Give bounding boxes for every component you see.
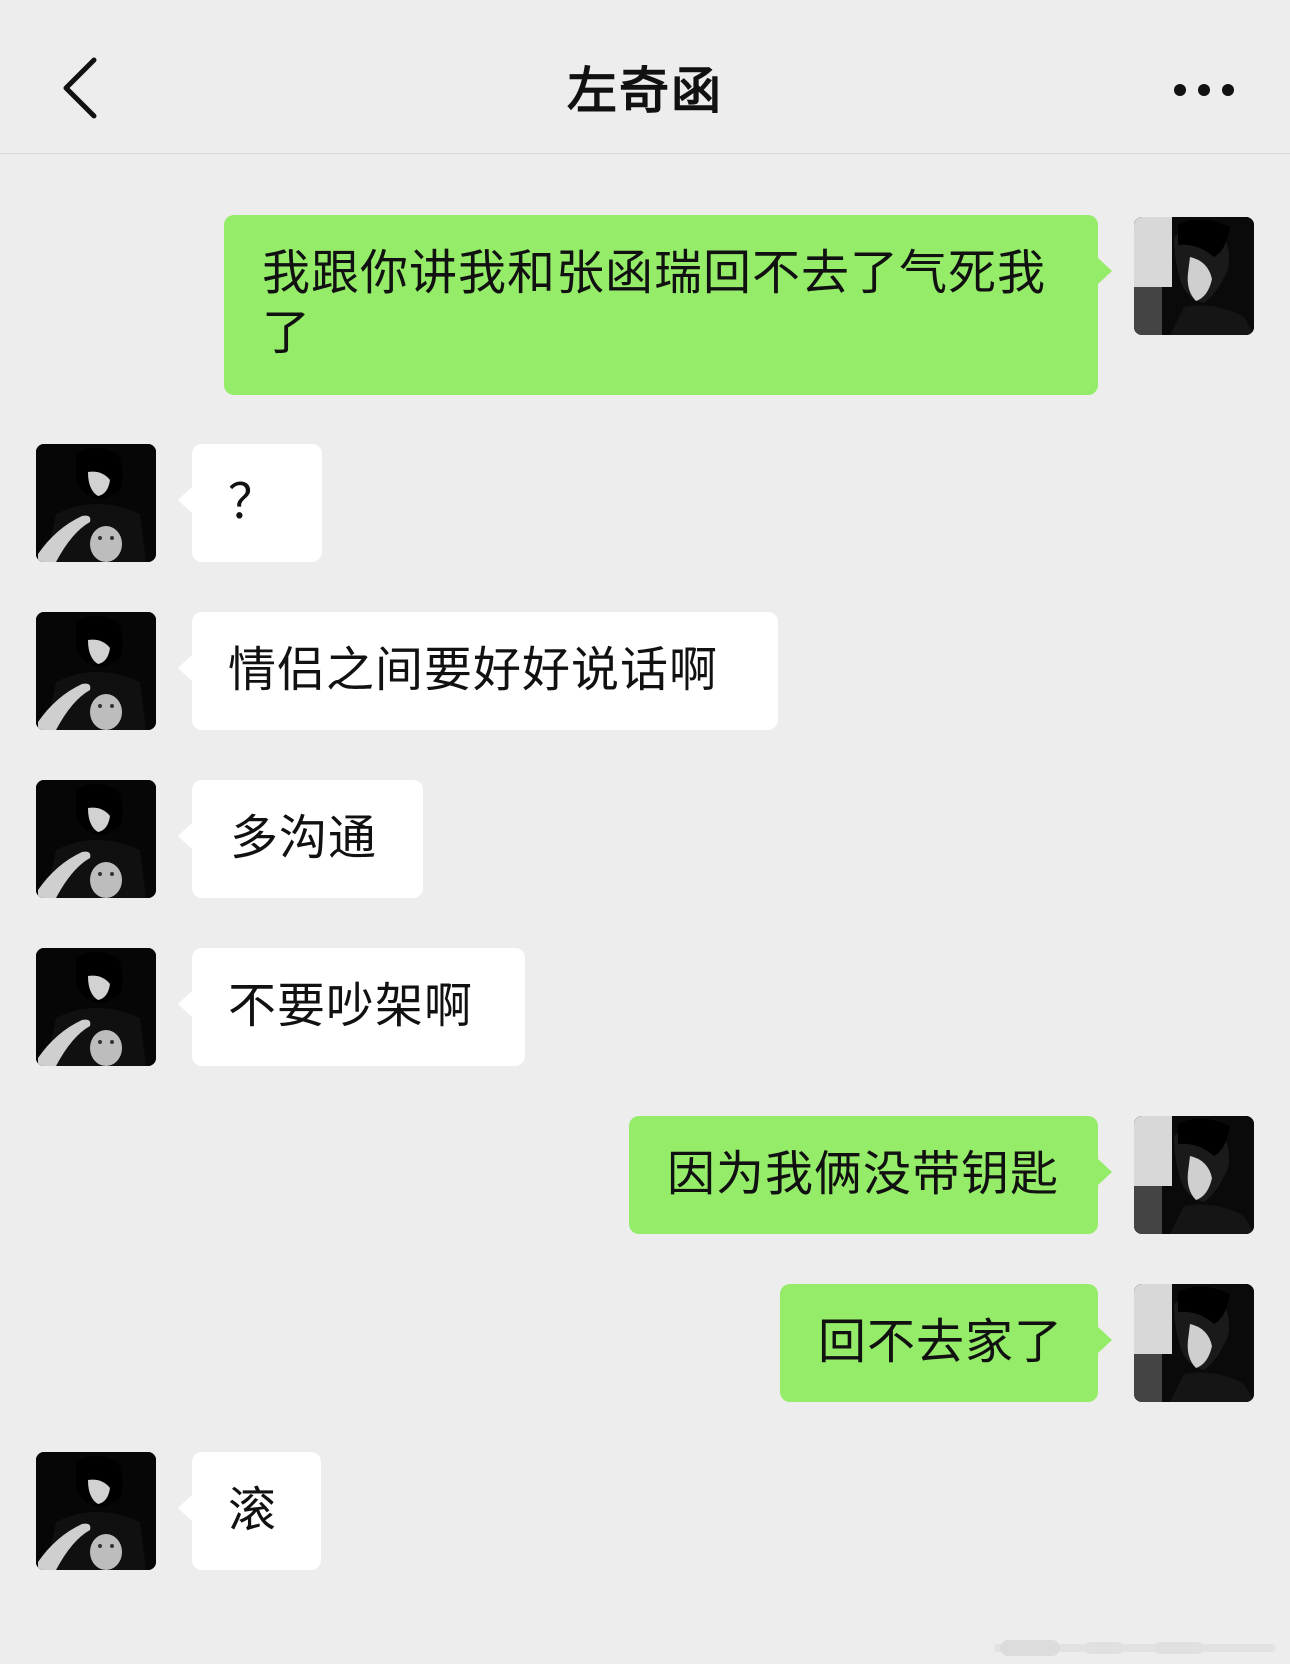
- message-bubble[interactable]: 不要吵架啊: [178, 948, 525, 1066]
- message-text: 滚: [228, 1482, 278, 1538]
- chat-header: 左奇函: [0, 0, 1290, 154]
- message-text: 回不去家了: [818, 1314, 1064, 1370]
- ellipsis-icon: [1174, 84, 1234, 96]
- avatar[interactable]: [1134, 1284, 1254, 1402]
- message-text: 因为我俩没带钥匙: [667, 1146, 1060, 1202]
- avatar[interactable]: [1134, 1116, 1254, 1234]
- more-button[interactable]: [1170, 72, 1240, 108]
- avatar[interactable]: [36, 444, 156, 562]
- message-bubble[interactable]: 回不去家了: [780, 1284, 1112, 1402]
- message-bubble[interactable]: 多沟通: [178, 780, 423, 898]
- message-text: 不要吵架啊: [228, 978, 474, 1034]
- message-text: ？: [228, 474, 278, 530]
- avatar[interactable]: [36, 612, 156, 730]
- avatar[interactable]: [36, 1452, 156, 1570]
- message-text: 多沟通: [230, 810, 378, 866]
- message-bubble[interactable]: ？: [178, 444, 322, 562]
- message-bubble[interactable]: 滚: [178, 1452, 321, 1570]
- avatar[interactable]: [36, 780, 156, 898]
- message-text: 情侣之间要好好说话啊: [228, 642, 719, 698]
- avatar[interactable]: [1134, 217, 1254, 335]
- message-bubble[interactable]: 我跟你讲我和张函瑞回不去了气死我了: [224, 215, 1112, 395]
- message-bubble[interactable]: 因为我俩没带钥匙: [629, 1116, 1112, 1234]
- watermark-strip: [994, 1636, 1276, 1660]
- message-bubble[interactable]: 情侣之间要好好说话啊: [178, 612, 778, 730]
- message-text: 我跟你讲我和张函瑞回不去了气死我了: [262, 245, 1047, 361]
- chat-title: 左奇函: [567, 62, 723, 120]
- avatar[interactable]: [36, 948, 156, 1066]
